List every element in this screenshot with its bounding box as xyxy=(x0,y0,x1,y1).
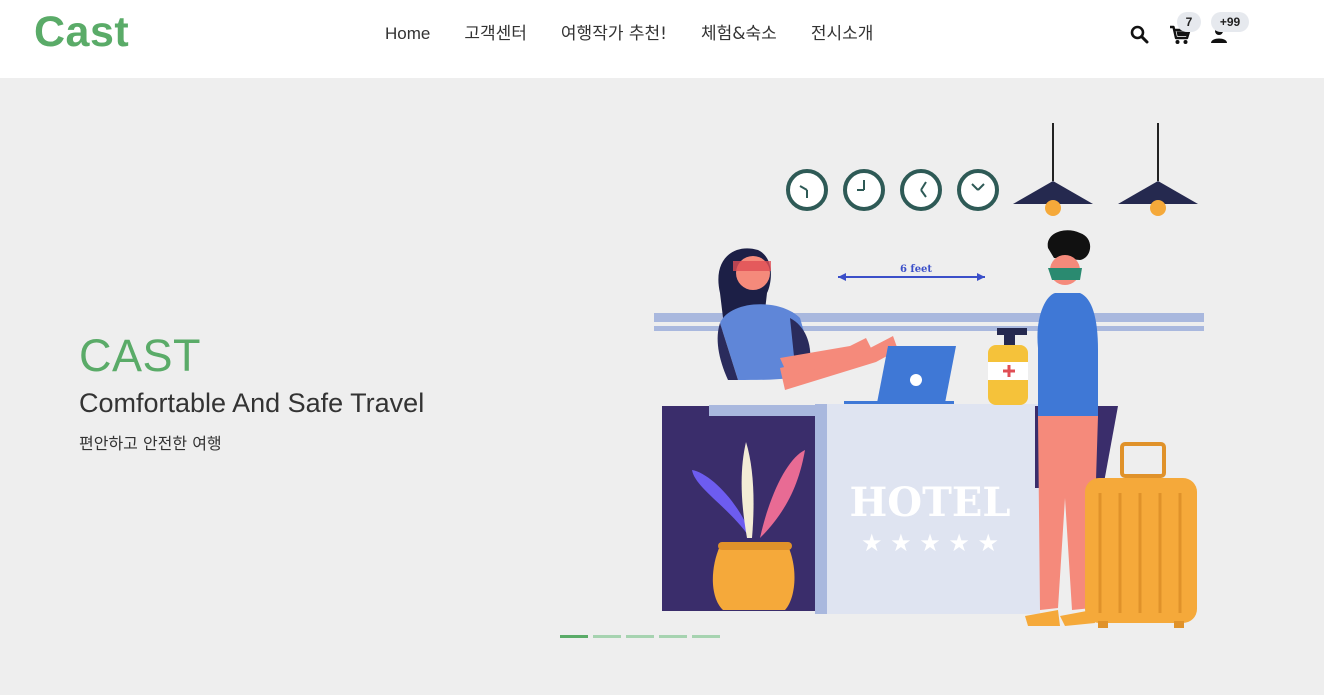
nav-writer-recommend[interactable]: 여행작가 추천! xyxy=(544,22,684,46)
sanitizer-bottle xyxy=(988,328,1028,405)
nav-customer-center[interactable]: 고객센터 xyxy=(447,22,544,46)
nav-exhibition[interactable]: 전시소개 xyxy=(794,22,891,46)
slider-dot-3[interactable] xyxy=(626,635,654,638)
nav-experience-stay[interactable]: 체험&숙소 xyxy=(684,22,794,46)
site-header: Cast Home 고객센터 여행작가 추천! 체험&숙소 전시소개 7 +99 xyxy=(0,0,1324,78)
user-count-badge: +99 xyxy=(1211,12,1249,32)
cart-count-badge: 7 xyxy=(1177,12,1201,32)
hero-banner: CAST Comfortable And Safe Travel 편안하고 안전… xyxy=(0,78,1324,695)
slider-dot-2[interactable] xyxy=(593,635,621,638)
hotel-sign: HOTEL xyxy=(849,479,1010,526)
wall-clocks xyxy=(786,169,999,211)
hero-tagline: 편안하고 안전한 여행 xyxy=(79,434,222,453)
logo[interactable]: Cast xyxy=(34,8,129,57)
main-nav: Home 고객센터 여행작가 추천! 체험&숙소 전시소개 xyxy=(368,22,890,46)
nav-home[interactable]: Home xyxy=(368,22,447,46)
slider-dot-5[interactable] xyxy=(692,635,720,638)
hotel-stars: ★ ★ ★ ★ ★ xyxy=(861,529,999,557)
slider-dot-1[interactable] xyxy=(560,635,588,638)
distance-arrow: 6 feet xyxy=(838,264,985,281)
hero-title: CAST xyxy=(79,330,202,381)
slider-pagination xyxy=(560,635,725,638)
distance-label: 6 feet xyxy=(900,264,932,275)
ceiling-lamps xyxy=(1013,123,1198,216)
hotel-reception-illustration: 6 feet HOTEL ★ ★ ★ ★ ★ xyxy=(654,123,1204,628)
search-icon[interactable] xyxy=(1130,25,1149,44)
hero-subtitle: Comfortable And Safe Travel xyxy=(79,388,425,418)
slider-dot-4[interactable] xyxy=(659,635,687,638)
